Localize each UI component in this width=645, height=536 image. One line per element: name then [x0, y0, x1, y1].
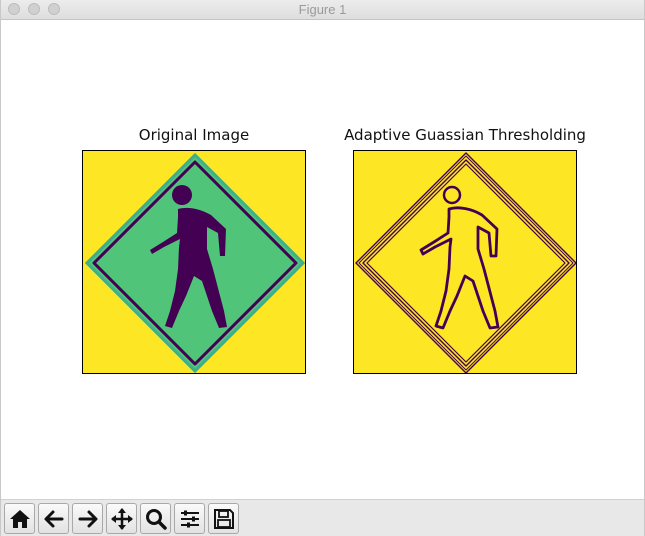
figure-canvas[interactable]: Original Image Adaptive Guassian Thresho… — [1, 20, 644, 499]
navigation-toolbar — [1, 499, 644, 536]
subplots-config-icon — [180, 510, 199, 527]
save-button[interactable] — [208, 503, 239, 534]
zoom-magnifier-icon — [145, 508, 167, 530]
home-button[interactable] — [4, 503, 35, 534]
original-image — [83, 151, 305, 373]
back-button[interactable] — [38, 503, 69, 534]
home-icon — [9, 509, 30, 528]
window-title: Figure 1 — [298, 2, 347, 17]
zoom-button[interactable] — [140, 503, 171, 534]
original-image-axes — [82, 150, 306, 374]
forward-arrow-icon — [78, 510, 97, 527]
subplot-title-thresholding: Adaptive Guassian Thresholding — [344, 126, 586, 144]
pan-move-icon — [110, 507, 133, 530]
forward-button[interactable] — [72, 503, 103, 534]
save-floppy-icon — [213, 508, 234, 529]
pan-button[interactable] — [106, 503, 137, 534]
thresholded-image-axes — [353, 150, 577, 374]
back-arrow-icon — [44, 510, 63, 527]
title-bar: Figure 1 — [1, 0, 644, 20]
figure-window: Figure 1 Original Image Adaptive Guassia… — [0, 0, 645, 536]
thresholded-image — [354, 151, 576, 373]
subplot-title-original: Original Image — [138, 126, 250, 144]
subplots-config-button[interactable] — [174, 503, 205, 534]
